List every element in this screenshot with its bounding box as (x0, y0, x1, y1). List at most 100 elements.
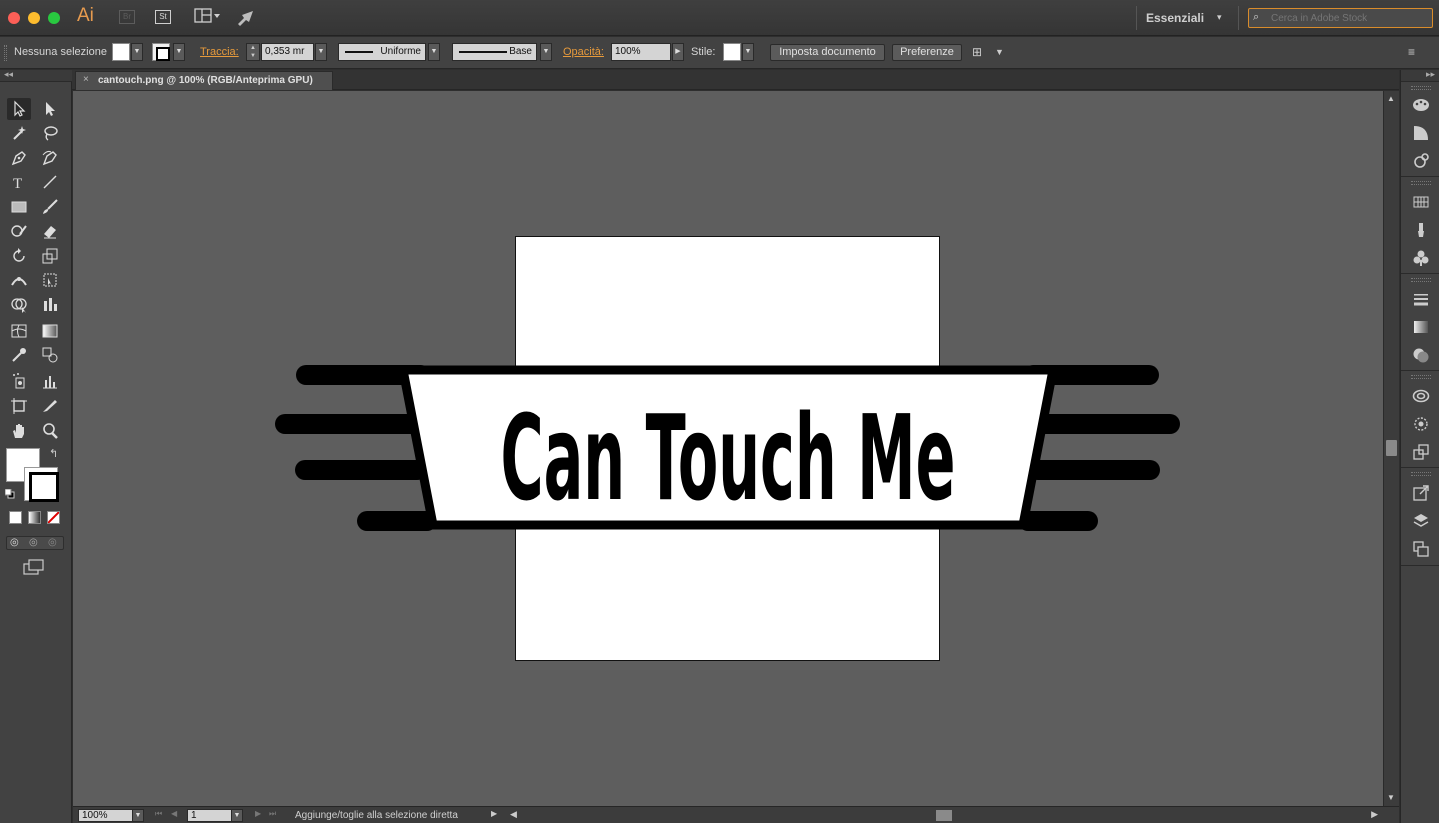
next-artboard-button[interactable]: ▶ (255, 809, 261, 818)
window-minimize-button[interactable] (28, 12, 40, 24)
stroke-dropdown[interactable]: ▼ (173, 43, 185, 61)
stroke-weight-dropdown[interactable]: ▼ (315, 43, 327, 61)
gradient-icon[interactable] (1410, 316, 1432, 338)
artboards-icon[interactable] (1410, 538, 1432, 560)
brush-dropdown[interactable]: ▼ (540, 43, 552, 61)
previous-artboard-button[interactable]: ◀ (171, 809, 177, 818)
stroke-swatch[interactable] (152, 43, 170, 61)
rectangle-tool[interactable] (7, 196, 31, 218)
zoom-dropdown[interactable]: ▼ (132, 809, 144, 822)
opacity-field[interactable]: 100% (611, 43, 671, 61)
first-artboard-button[interactable]: ⏮ (155, 809, 162, 819)
hand-tool[interactable] (7, 420, 31, 442)
pen-tool[interactable] (7, 147, 31, 169)
vertical-scrollbar[interactable]: ▲ ▼ (1383, 91, 1399, 806)
panel-menu-icon[interactable]: ≡ (1408, 45, 1415, 59)
paintbrush-tool[interactable] (38, 196, 62, 218)
scroll-right-arrow[interactable]: ▶ (1371, 809, 1378, 820)
lasso-tool[interactable] (38, 122, 62, 144)
stroke-color-swatch[interactable] (24, 467, 59, 502)
scroll-up-arrow[interactable]: ▲ (1387, 94, 1395, 103)
slice-tool[interactable] (38, 395, 62, 417)
document-tab[interactable]: × cantouch.png @ 100% (RGB/Anteprima GPU… (75, 71, 333, 90)
free-transform-tool[interactable] (38, 269, 62, 291)
opacity-dropdown[interactable]: ▶ (672, 43, 684, 61)
fill-swatch[interactable] (112, 43, 130, 61)
window-close-button[interactable] (8, 12, 20, 24)
export-icon[interactable] (1410, 482, 1432, 504)
swap-colors-icon[interactable]: ↰ (49, 447, 58, 460)
canvas[interactable]: Can Touch Me (73, 91, 1383, 806)
type-tool[interactable]: T (7, 171, 31, 193)
brushes-icon[interactable] (1410, 219, 1432, 241)
vertical-scroll-thumb[interactable] (1386, 440, 1397, 456)
curvature-tool[interactable] (38, 147, 62, 169)
line-segment-tool[interactable] (38, 171, 62, 193)
arrange-documents-icon[interactable] (194, 8, 222, 26)
close-tab-icon[interactable]: × (83, 74, 89, 85)
draw-inside-icon[interactable]: ◎ (48, 537, 57, 548)
horizontal-scroll-thumb[interactable] (936, 810, 952, 821)
expand-panels-icon[interactable]: ▸▸ (1426, 69, 1435, 80)
rotate-tool[interactable] (7, 245, 31, 267)
draw-normal-icon[interactable]: ◎ (10, 537, 19, 548)
artboard-number-field[interactable]: 1 (187, 809, 232, 822)
opacity-panel-link[interactable]: Opacità: (563, 46, 604, 58)
blend-tool[interactable] (38, 344, 62, 366)
chevron-down-icon[interactable]: ▼ (995, 47, 1004, 57)
panel-grip[interactable] (4, 45, 7, 61)
cc-libraries-icon[interactable] (1410, 385, 1432, 407)
arrange-icon[interactable]: ⊞ (972, 45, 982, 59)
gradient-tool[interactable] (38, 320, 62, 342)
default-colors-icon[interactable] (4, 488, 15, 499)
shaper-tool[interactable] (7, 220, 31, 242)
color-panel-icon[interactable] (1410, 94, 1432, 116)
symbol-sprayer-tool[interactable] (7, 370, 31, 392)
appearance-icon[interactable] (1410, 150, 1432, 172)
color-mode-button[interactable] (9, 511, 22, 524)
status-menu-arrow[interactable]: ▶ (491, 809, 497, 818)
scroll-left-arrow[interactable]: ◀ (510, 809, 517, 820)
panel-group-grip[interactable] (1411, 86, 1431, 90)
zoom-tool[interactable] (38, 420, 62, 442)
stock-button[interactable]: St (155, 10, 171, 24)
fill-dropdown[interactable]: ▼ (131, 43, 143, 61)
can-touch-me-logo[interactable]: Can Touch Me (73, 91, 1383, 806)
artboard-dropdown[interactable]: ▼ (231, 809, 243, 822)
stock-search-box[interactable]: ⌕ (1248, 8, 1433, 28)
image-trace-icon[interactable] (1410, 413, 1432, 435)
right-dock-header[interactable]: ▸▸ (1401, 69, 1439, 82)
workspace-switcher[interactable]: Essenziali (1146, 11, 1204, 25)
bridge-button[interactable]: Br (119, 10, 135, 24)
stroke-weight-field[interactable]: 0,353 mr (261, 43, 314, 61)
mesh-tool[interactable] (7, 320, 31, 342)
eyedropper-tool[interactable] (7, 344, 31, 366)
none-mode-button[interactable] (47, 511, 60, 524)
horizontal-scrollbar[interactable]: ◀ ▶ (507, 808, 1381, 823)
last-artboard-button[interactable]: ⏭ (269, 809, 276, 819)
brush-definition[interactable]: Base (452, 43, 537, 61)
preferences-button[interactable]: Preferenze (892, 44, 962, 61)
window-maximize-button[interactable] (48, 12, 60, 24)
screen-mode-icon[interactable] (22, 558, 46, 576)
direct-selection-tool[interactable] (38, 98, 62, 120)
magic-wand-tool[interactable] (7, 122, 31, 144)
zoom-level-field[interactable]: 100% (78, 809, 133, 822)
transparency-icon[interactable] (1410, 344, 1432, 366)
symbols-icon[interactable] (1410, 247, 1432, 269)
column-graph-tool[interactable] (38, 370, 62, 392)
draw-behind-icon[interactable]: ◎ (29, 537, 38, 548)
layers-icon[interactable] (1410, 510, 1432, 532)
eraser-tool[interactable] (38, 220, 62, 242)
artboard-tool[interactable] (7, 395, 31, 417)
graph-tool[interactable] (38, 294, 62, 316)
tools-panel-header[interactable]: ◂◂ (0, 69, 72, 82)
scale-tool[interactable] (38, 245, 62, 267)
stock-search-input[interactable] (1271, 10, 1429, 26)
panel-group-grip[interactable] (1411, 472, 1431, 476)
document-setup-button[interactable]: Imposta documento (770, 44, 885, 61)
width-tool[interactable] (7, 269, 31, 291)
shape-builder-tool[interactable] (7, 294, 31, 316)
selection-tool[interactable] (7, 98, 31, 120)
chevron-down-icon[interactable]: ▾ (1217, 12, 1222, 23)
